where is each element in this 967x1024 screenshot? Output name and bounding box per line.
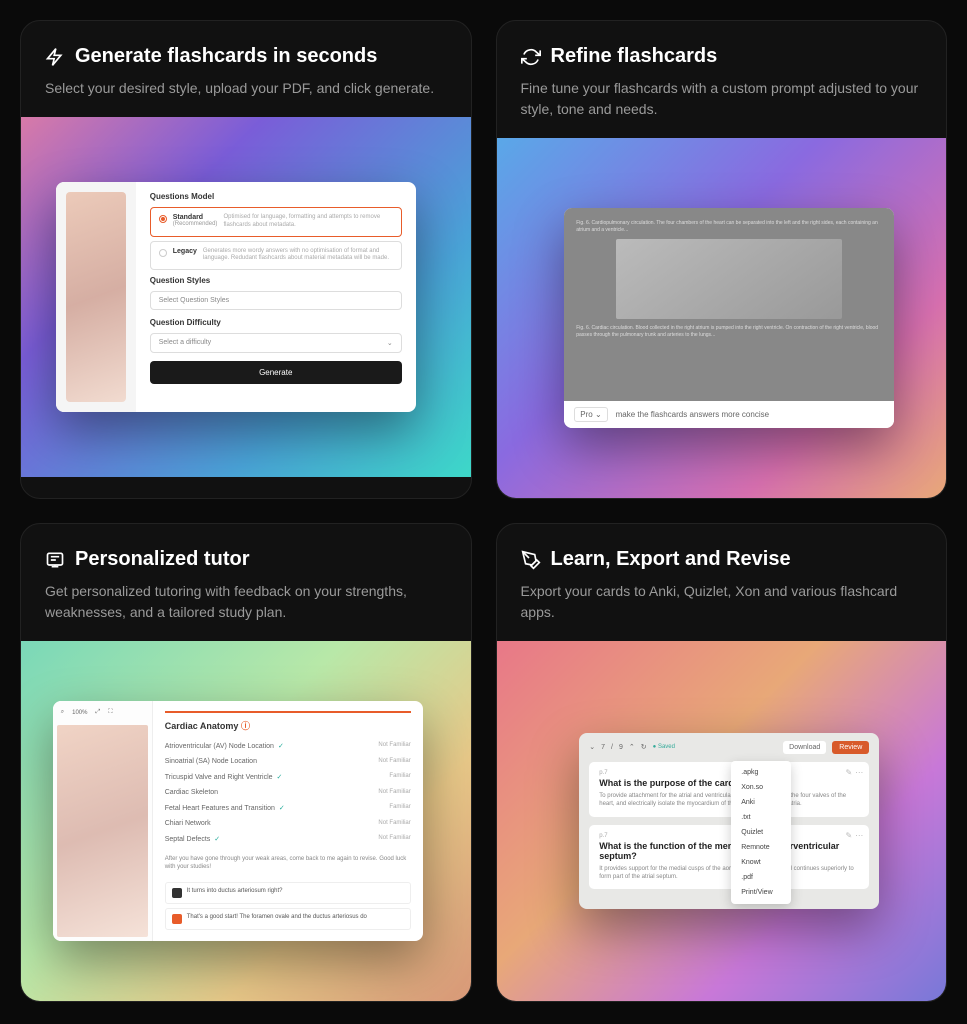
model-label: Questions Model xyxy=(150,192,402,201)
tutor-note: After you have gone through your weak ar… xyxy=(165,855,411,872)
topic-row[interactable]: Chiari NetworkNot Familiar xyxy=(165,816,411,831)
topic-row[interactable]: Fetal Heart Features and Transition✓Fami… xyxy=(165,800,411,816)
pdf-thumbnail xyxy=(56,182,136,412)
edit-icon[interactable]: ✎ xyxy=(846,831,853,840)
zoom-level[interactable]: 100% xyxy=(70,708,89,718)
card-title: Personalized tutor xyxy=(75,548,249,571)
feature-card-generate: Generate flashcards in seconds Select yo… xyxy=(20,20,472,499)
export-option[interactable]: .apkg xyxy=(731,765,791,780)
topic-row[interactable]: Sinoatrial (SA) Node LocationNot Familia… xyxy=(165,754,411,769)
preview-tutor: ⌕ 100% ⤢ ⛶ Cardiac Anatomy ⓘ Atrioventri… xyxy=(21,641,471,1001)
card-title: Generate flashcards in seconds xyxy=(75,45,377,68)
chevron-down-icon: ⌄ xyxy=(595,410,602,419)
export-option[interactable]: .txt xyxy=(731,810,791,825)
model-selector[interactable]: Pro ⌄ xyxy=(574,407,607,422)
export-option[interactable]: Quizlet xyxy=(731,825,791,840)
flashcard[interactable]: ✎⋯ p.7 What is the function of the membr… xyxy=(589,825,869,890)
document-preview: Fig. 6. Cardiopulmonary circulation. The… xyxy=(564,208,894,401)
expand-icon[interactable]: ⤢ xyxy=(93,707,102,718)
styles-select[interactable]: Select Question Styles xyxy=(150,291,402,310)
flashcard-answer: To provide attachment for the atrial and… xyxy=(599,792,859,809)
tutor-icon xyxy=(45,550,65,570)
card-desc: Get personalized tutoring with feedback … xyxy=(45,581,447,623)
option-standard[interactable]: Standard (Recommended) Optimised for lan… xyxy=(150,207,402,237)
radio-icon xyxy=(159,215,167,223)
flashcard-question: What is the function of the membranous i… xyxy=(599,841,859,861)
more-icon[interactable]: ⋯ xyxy=(855,768,863,777)
page-current: 7 xyxy=(601,744,605,751)
preview-export: ⌄ 7 / 9 ⌃ ↻ ● Saved Download Review .apk… xyxy=(497,641,947,1001)
topic-row[interactable]: Tricuspid Valve and Right Ventricle✓Fami… xyxy=(165,769,411,785)
feature-card-tutor: Personalized tutor Get personalized tuto… xyxy=(20,523,472,1002)
feature-card-export: Learn, Export and Revise Export your car… xyxy=(496,523,948,1002)
lightning-icon xyxy=(45,47,65,67)
export-option[interactable]: Anki xyxy=(731,795,791,810)
deck-title: Cardiac Anatomy xyxy=(165,721,239,731)
flashcard-answer: It provides support for the medial cusps… xyxy=(599,865,859,882)
avatar-assistant xyxy=(172,914,182,924)
chevron-up-icon[interactable]: ⌃ xyxy=(629,743,635,751)
styles-label: Question Styles xyxy=(150,276,402,285)
card-title: Learn, Export and Revise xyxy=(551,548,791,571)
chat-message-user: It turns into ductus arteriosum right? xyxy=(165,882,411,904)
refresh-icon xyxy=(521,47,541,67)
download-button[interactable]: Download xyxy=(783,741,826,754)
refresh-icon[interactable]: ↻ xyxy=(641,743,647,751)
export-option[interactable]: Print/View xyxy=(731,885,791,900)
topic-row[interactable]: Cardiac SkeletonNot Familiar xyxy=(165,785,411,800)
generate-button[interactable]: Generate xyxy=(150,361,402,384)
search-icon[interactable]: ⌕ xyxy=(59,707,66,718)
flashcard[interactable]: ✎⋯ p.7 What is the purpose of the cardia… xyxy=(589,762,869,817)
topic-row[interactable]: Septal Defects✓Not Familiar xyxy=(165,831,411,847)
page-total: 9 xyxy=(619,744,623,751)
difficulty-select[interactable]: Select a difficulty⌄ xyxy=(150,333,402,353)
chevron-down-icon: ⌄ xyxy=(387,339,393,347)
difficulty-label: Question Difficulty xyxy=(150,318,402,327)
more-icon[interactable]: ⋯ xyxy=(855,831,863,840)
flashcard-question: What is the purpose of the cardiac skele… xyxy=(599,778,859,788)
export-option[interactable]: .pdf xyxy=(731,870,791,885)
export-option[interactable]: Remnote xyxy=(731,840,791,855)
chat-message-assistant: That's a good start! The foramen ovale a… xyxy=(165,908,411,930)
export-option[interactable]: Xon.so xyxy=(731,780,791,795)
review-button[interactable]: Review xyxy=(832,741,869,754)
radio-icon xyxy=(159,249,167,257)
topic-row[interactable]: Atrioventricular (AV) Node Location✓Not … xyxy=(165,738,411,754)
card-desc: Export your cards to Anki, Quizlet, Xon … xyxy=(521,581,923,623)
chevron-down-icon[interactable]: ⌄ xyxy=(589,743,595,751)
pdf-panel: ⌕ 100% ⤢ ⛶ xyxy=(53,701,153,941)
fullscreen-icon[interactable]: ⛶ xyxy=(106,707,114,718)
option-legacy[interactable]: Legacy Generates more wordy answers with… xyxy=(150,241,402,271)
export-option[interactable]: Knowt xyxy=(731,855,791,870)
feature-card-refine: Refine flashcards Fine tune your flashca… xyxy=(496,20,948,499)
saved-status: ● Saved xyxy=(653,744,675,750)
preview-refine: Fig. 6. Cardiopulmonary circulation. The… xyxy=(497,138,947,498)
avatar-user xyxy=(172,888,182,898)
export-dropdown[interactable]: .apkgXon.soAnki.txtQuizletRemnoteKnowt.p… xyxy=(731,761,791,904)
card-desc: Select your desired style, upload your P… xyxy=(45,78,447,99)
pen-icon xyxy=(521,550,541,570)
preview-generate: Questions Model Standard (Recommended) O… xyxy=(21,117,471,477)
prompt-input[interactable]: make the flashcards answers more concise xyxy=(616,410,769,419)
card-desc: Fine tune your flashcards with a custom … xyxy=(521,78,923,120)
edit-icon[interactable]: ✎ xyxy=(846,768,853,777)
card-title: Refine flashcards xyxy=(551,45,718,68)
